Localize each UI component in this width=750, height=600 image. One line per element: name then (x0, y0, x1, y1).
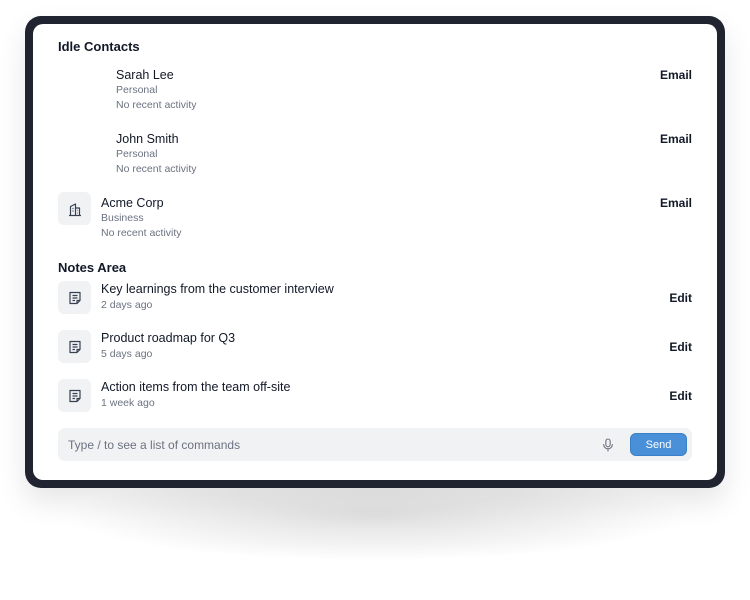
note-row: Product roadmap for Q3 5 days ago Edit (58, 330, 692, 363)
note-title: Key learnings from the customer intervie… (101, 282, 334, 296)
edit-button[interactable]: Edit (669, 291, 692, 305)
contact-activity: No recent activity (101, 227, 182, 239)
contact-row: Acme Corp Business No recent activity Em… (58, 190, 692, 240)
contact-name: John Smith (116, 132, 179, 146)
note-time: 5 days ago (101, 348, 153, 360)
contact-row: Sarah Lee Personal No recent activity Em… (58, 62, 692, 112)
note-row: Key learnings from the customer intervie… (58, 281, 692, 314)
email-button[interactable]: Email (660, 196, 692, 210)
note-row: Action items from the team off-site 1 we… (58, 379, 692, 412)
notes-area-heading: Notes Area (58, 260, 127, 275)
idle-contacts-heading: Idle Contacts (58, 39, 140, 54)
note-time: 1 week ago (101, 397, 155, 409)
microphone-icon[interactable] (601, 437, 615, 453)
building-icon (58, 192, 91, 225)
note-icon (58, 330, 91, 363)
email-button[interactable]: Email (660, 132, 692, 146)
contact-type: Personal (116, 148, 158, 160)
contact-activity: No recent activity (116, 99, 197, 111)
app-screen: Idle Contacts Sarah Lee Personal No rece… (33, 24, 717, 480)
note-icon (58, 379, 91, 412)
contact-name: Sarah Lee (116, 68, 174, 82)
command-bar: Send (58, 428, 692, 461)
contact-row: John Smith Personal No recent activity E… (58, 126, 692, 176)
contact-activity: No recent activity (116, 163, 197, 175)
note-title: Product roadmap for Q3 (101, 331, 236, 345)
contact-name: Acme Corp (101, 196, 164, 210)
edit-button[interactable]: Edit (669, 389, 692, 403)
contact-type: Personal (116, 84, 158, 96)
send-button[interactable]: Send (630, 433, 687, 456)
email-button[interactable]: Email (660, 68, 692, 82)
edit-button[interactable]: Edit (669, 340, 692, 354)
note-icon (58, 281, 91, 314)
note-time: 2 days ago (101, 299, 153, 311)
command-input[interactable] (68, 428, 588, 461)
contact-type: Business (101, 212, 144, 224)
device-frame: Idle Contacts Sarah Lee Personal No rece… (25, 16, 725, 488)
note-title: Action items from the team off-site (101, 380, 291, 394)
